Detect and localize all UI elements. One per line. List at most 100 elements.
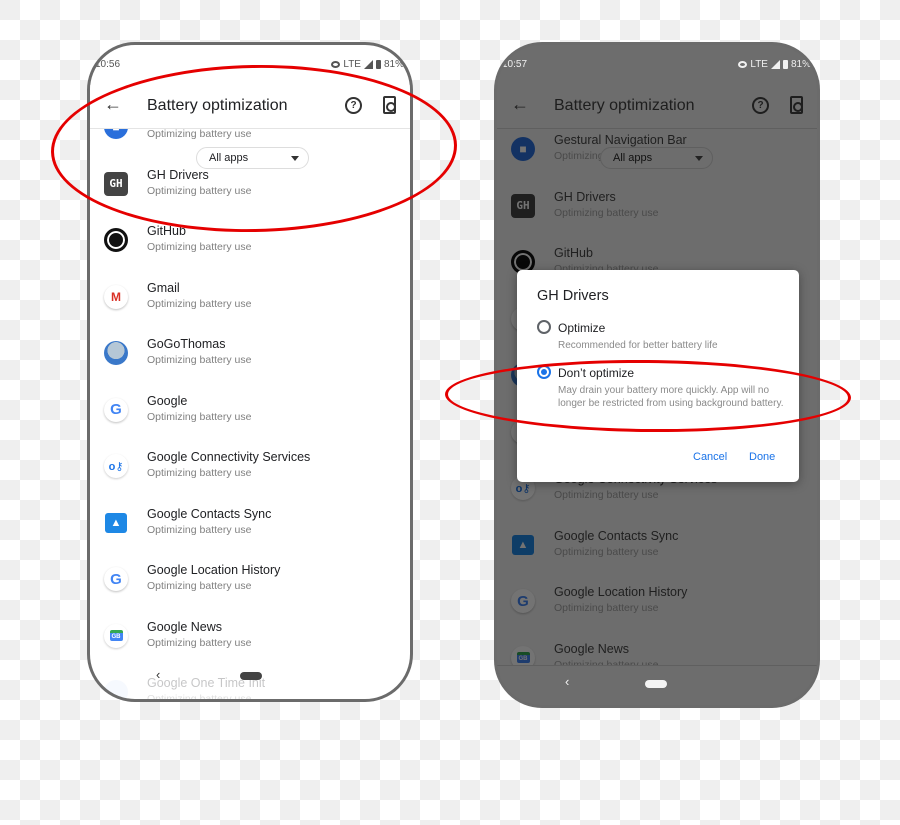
list-item[interactable]: ▲ Google Contacts Sync Optimizing batter… [90, 505, 410, 562]
optimize-radio[interactable] [537, 320, 551, 334]
navigation-bar: ‹ [90, 659, 410, 699]
app-name: Google Location History [147, 563, 281, 577]
dont-optimize-radio[interactable] [537, 365, 551, 379]
app-name: Google Contacts Sync [554, 528, 679, 543]
page-title: Battery optimization [554, 97, 695, 114]
app-status: Optimizing battery use [147, 128, 252, 140]
google-icon: G [104, 397, 128, 422]
battery-optimization-screen-dimmed: 10:57 LTE 81% ← Battery optimization ? ■… [497, 45, 817, 705]
home-pill-handle[interactable] [240, 672, 262, 680]
google-icon: G [104, 567, 128, 591]
github-icon [104, 228, 128, 252]
app-status: Optimizing battery use [147, 297, 252, 310]
done-button[interactable]: Done [749, 451, 775, 463]
home-pill-handle[interactable] [645, 680, 667, 688]
app-name: Google Location History [554, 585, 688, 599]
page-title: Battery optimization [147, 97, 288, 114]
list-item[interactable]: GH GH Drivers Optimizing battery use [497, 188, 817, 245]
signal-icon [363, 60, 373, 69]
data-saver-icon [331, 61, 341, 68]
gmail-icon: M [104, 284, 128, 309]
app-name: GoGoThomas [147, 337, 226, 351]
help-circle-icon[interactable]: ? [752, 97, 769, 114]
battery-optimization-dialog: GH Drivers Optimize Recommended for bett… [517, 270, 799, 482]
status-bar: 10:56 LTE 81% [90, 45, 410, 85]
app-status: Optimizing battery use [147, 354, 252, 366]
google-news-icon: GB [104, 623, 128, 648]
google-connectivity-icon: o⚷ [104, 454, 128, 478]
app-status: Optimizing battery use [147, 410, 252, 423]
arrow-back-icon[interactable]: ← [104, 94, 122, 115]
filter-selected-value: All apps [613, 152, 653, 164]
optimize-description: Recommended for better battery life [558, 340, 718, 351]
status-time: 10:56 [95, 59, 121, 70]
list-item[interactable]: GH GH Drivers Optimizing battery use [90, 166, 410, 223]
list-item[interactable]: G Google Location History Optimizing bat… [90, 561, 410, 618]
nav-back-icon[interactable]: ‹ [565, 674, 569, 689]
app-name: Google News [147, 619, 223, 634]
doc-search-icon[interactable] [383, 96, 396, 114]
nav-back-icon[interactable]: ‹ [156, 667, 160, 682]
app-status: Optimizing battery use [147, 523, 252, 536]
status-bar: 10:57 LTE 81% [497, 45, 817, 85]
battery-optimization-screen: 10:56 LTE 81% ← Battery optimization ? A… [90, 45, 410, 699]
app-bar: ← Battery optimization ? [497, 85, 817, 129]
google-contacts-icon: ▲ [512, 534, 534, 555]
chevron-down-icon [291, 156, 299, 161]
android-icon: ■ [511, 137, 535, 161]
google-icon: G [511, 589, 535, 613]
list-item[interactable]: ▲ Google Contacts Sync Optimizing batter… [497, 527, 817, 584]
gogothomas-icon [104, 341, 128, 365]
app-status: Optimizing battery use [147, 241, 252, 253]
app-name: GitHub [554, 246, 593, 260]
cancel-button[interactable]: Cancel [693, 451, 727, 463]
filter-selected-value: All apps [209, 152, 249, 164]
list-item[interactable]: o⚷ Google Connectivity Services Optimizi… [90, 448, 410, 505]
gh-drivers-icon: GH [104, 171, 128, 196]
dialog-title: GH Drivers [537, 288, 609, 304]
app-status: Optimizing battery use [554, 489, 659, 501]
optimize-label[interactable]: Optimize [558, 321, 605, 335]
list-item[interactable]: GitHub Optimizing battery use [90, 222, 410, 279]
battery-level: 81% [790, 59, 811, 70]
app-status: Optimizing battery use [554, 206, 659, 219]
app-name: Google News [554, 641, 630, 656]
list-item[interactable]: G Google Optimizing battery use [90, 392, 410, 449]
app-name: Gmail [147, 280, 180, 295]
battery-level: 81% [383, 59, 404, 70]
app-name: GH Drivers [554, 189, 616, 204]
dont-optimize-label[interactable]: Don’t optimize [558, 366, 634, 380]
status-icons: LTE 81% [331, 59, 404, 70]
app-name: Google Connectivity Services [147, 450, 311, 464]
app-list: ■ Optimizing battery use GH GH Drivers O… [90, 109, 410, 699]
app-status: Optimizing battery use [147, 580, 252, 592]
data-saver-icon [738, 61, 748, 68]
status-icons: LTE 81% [738, 59, 811, 70]
gh-drivers-icon: GH [511, 193, 535, 218]
help-circle-icon[interactable]: ? [345, 97, 362, 114]
app-name: Google [147, 393, 188, 408]
list-item[interactable]: M Gmail Optimizing battery use [90, 279, 410, 336]
chevron-down-icon [695, 156, 703, 161]
dont-optimize-description: May drain your battery more quickly. App… [558, 385, 784, 409]
doc-search-icon[interactable] [790, 96, 803, 114]
google-contacts-icon: ▲ [105, 512, 127, 533]
app-name: Gestural Navigation Bar [554, 133, 687, 147]
list-item[interactable]: G Google Location History Optimizing bat… [497, 583, 817, 640]
news-glyph: GB [516, 652, 530, 663]
app-status: Optimizing battery use [147, 467, 252, 479]
battery-icon [782, 60, 788, 69]
app-status: Optimizing battery use [554, 545, 659, 558]
app-filter-dropdown[interactable]: All apps [600, 147, 713, 169]
app-name: Google Contacts Sync [147, 506, 272, 521]
list-item[interactable]: GoGoThomas Optimizing battery use [90, 335, 410, 392]
arrow-back-icon[interactable]: ← [511, 94, 529, 115]
app-status: Optimizing battery use [147, 184, 252, 197]
phone-left: 10:56 LTE 81% ← Battery optimization ? A… [87, 42, 413, 702]
network-type: LTE [750, 59, 768, 70]
app-status: Optimizing battery use [554, 602, 659, 614]
app-bar: ← Battery optimization ? [90, 85, 410, 129]
navigation-bar: ‹ [497, 665, 817, 705]
network-type: LTE [343, 59, 361, 70]
app-filter-dropdown[interactable]: All apps [196, 147, 309, 169]
